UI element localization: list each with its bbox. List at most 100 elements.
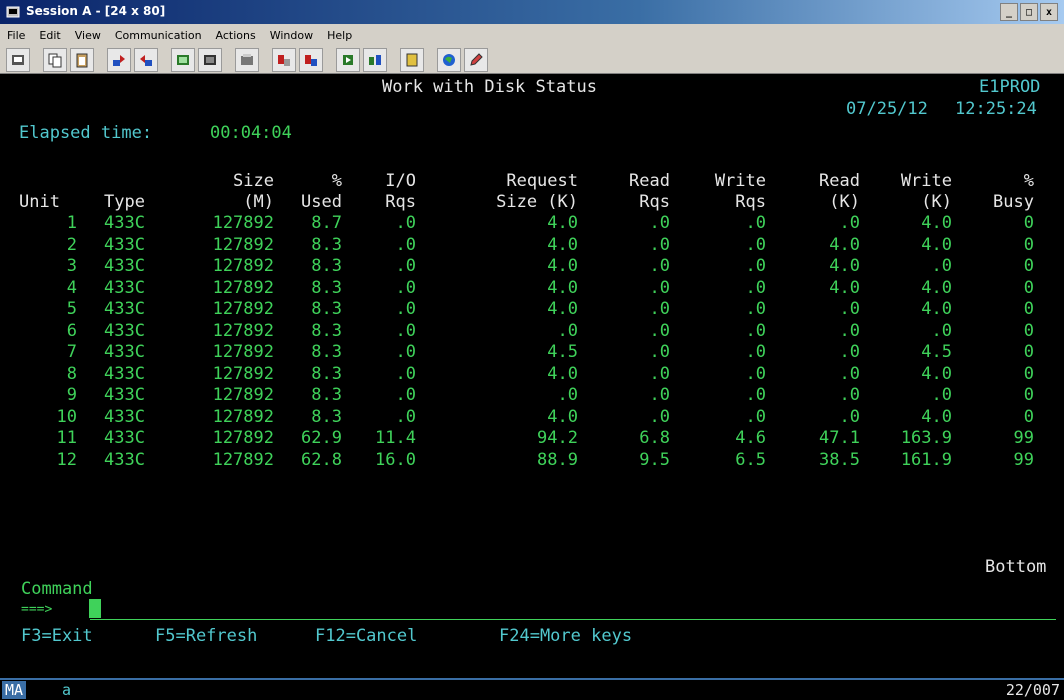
cell-read-k: .0 xyxy=(839,320,860,341)
col-io-unit: Rqs xyxy=(385,192,416,212)
cell-read-k: 4.0 xyxy=(829,256,860,276)
table-row: 10 433C 127892 8.3 .0 4.0 .0 .0 .0 4.0 0 xyxy=(0,407,1064,429)
session-mode: a xyxy=(62,681,72,699)
cell-io-rqs: .0 xyxy=(395,213,416,233)
col-readrqs-header: Read xyxy=(629,171,670,191)
screen-date: 07/25/12 xyxy=(846,99,928,119)
cell-io-rqs: .0 xyxy=(395,385,416,405)
cell-unit: 7 xyxy=(66,342,77,362)
table-row: 3 433C 127892 8.3 .0 4.0 .0 .0 4.0 .0 0 xyxy=(0,256,1064,278)
table-row: 7 433C 127892 8.3 .0 4.5 .0 .0 .0 4.5 0 xyxy=(0,342,1064,364)
cell-read-rqs: .0 xyxy=(649,385,670,405)
cell-type: 433C xyxy=(104,363,145,384)
ftp-icon[interactable] xyxy=(363,47,387,72)
cell-io-rqs: .0 xyxy=(395,406,416,427)
command-input[interactable] xyxy=(90,619,1056,620)
col-used-unit: Used xyxy=(301,192,342,212)
col-readk-unit: (K) xyxy=(829,192,860,212)
display-keypad-icon[interactable] xyxy=(171,47,195,72)
cell-write-k: 161.9 xyxy=(900,449,952,470)
menu-edit[interactable]: Edit xyxy=(32,29,67,42)
cell-io-rqs: .0 xyxy=(395,363,416,384)
window-title-bar: Session A - [24 x 80] _ □ x xyxy=(0,0,1064,24)
play-macro-icon[interactable] xyxy=(336,47,360,72)
globe-icon[interactable] xyxy=(437,47,461,72)
cell-busy: 0 xyxy=(1023,277,1034,298)
cell-used: 62.8 xyxy=(301,449,342,470)
col-size-header: Size xyxy=(233,171,274,191)
menu-actions[interactable]: Actions xyxy=(209,29,263,42)
cell-used: 8.3 xyxy=(311,234,342,255)
cell-unit: 11 xyxy=(56,428,77,448)
cell-type: 433C xyxy=(104,320,145,341)
cell-type: 433C xyxy=(104,342,145,362)
cell-used: 8.7 xyxy=(311,213,342,233)
cell-type: 433C xyxy=(104,385,145,405)
cell-unit: 12 xyxy=(56,449,77,470)
send-icon[interactable] xyxy=(107,47,131,72)
cell-read-k: .0 xyxy=(839,363,860,384)
copy-icon[interactable] xyxy=(43,47,67,72)
status-bar: MA a 22/007 xyxy=(0,678,1064,700)
help-icon[interactable] xyxy=(400,47,424,72)
fkey-exit[interactable]: F3=Exit xyxy=(21,626,93,646)
col-unit-header: Unit xyxy=(19,192,60,212)
cell-busy: 0 xyxy=(1023,342,1034,362)
col-readrqs-unit: Rqs xyxy=(639,192,670,212)
cell-size: 127892 xyxy=(212,213,274,233)
maximize-button[interactable]: □ xyxy=(1020,3,1038,21)
menu-help[interactable]: Help xyxy=(320,29,359,42)
cell-req-size: .0 xyxy=(557,385,578,405)
menu-window[interactable]: Window xyxy=(263,29,320,42)
record-macro-icon[interactable] xyxy=(272,47,296,72)
cell-busy: 0 xyxy=(1023,320,1034,341)
cell-read-k: .0 xyxy=(839,342,860,362)
menu-communication[interactable]: Communication xyxy=(108,29,209,42)
cell-unit: 6 xyxy=(66,320,77,341)
close-button[interactable]: x xyxy=(1040,3,1058,21)
fkey-cancel[interactable]: F12=Cancel xyxy=(315,626,417,646)
cell-req-size: 4.0 xyxy=(547,213,578,233)
menu-file[interactable]: File xyxy=(0,29,32,42)
fkey-refresh[interactable]: F5=Refresh xyxy=(155,626,257,646)
cell-io-rqs: .0 xyxy=(395,342,416,362)
cell-size: 127892 xyxy=(212,320,274,341)
cell-used: 8.3 xyxy=(311,277,342,298)
col-writerqs-header: Write xyxy=(714,171,766,191)
cell-busy: 0 xyxy=(1023,213,1034,233)
cell-busy: 0 xyxy=(1023,406,1034,427)
minimize-button[interactable]: _ xyxy=(1000,3,1018,21)
cell-unit: 4 xyxy=(66,277,77,298)
cell-write-k: 4.0 xyxy=(921,277,952,298)
app-icon xyxy=(6,6,20,18)
cell-read-k: .0 xyxy=(839,406,860,427)
terminal-screen[interactable]: Work with Disk Status E1PROD 07/25/12 12… xyxy=(0,74,1064,678)
receive-icon[interactable] xyxy=(134,47,158,72)
edit-icon[interactable] xyxy=(464,47,488,72)
paste-icon[interactable] xyxy=(70,47,94,72)
table-row: 8 433C 127892 8.3 .0 4.0 .0 .0 .0 4.0 0 xyxy=(0,364,1064,386)
cell-busy: 99 xyxy=(1013,449,1034,470)
stop-macro-icon[interactable] xyxy=(299,47,323,72)
cell-read-rqs: 9.5 xyxy=(639,449,670,470)
macro-icon[interactable] xyxy=(235,47,259,72)
cell-busy: 0 xyxy=(1023,363,1034,384)
command-label: Command xyxy=(21,579,93,599)
cell-req-size: 4.5 xyxy=(547,342,578,362)
fkey-more-keys[interactable]: F24=More keys xyxy=(499,626,632,646)
cell-read-k: .0 xyxy=(839,213,860,233)
print-screen-icon[interactable] xyxy=(6,47,30,72)
cell-unit: 9 xyxy=(66,385,77,405)
menu-view[interactable]: View xyxy=(68,29,108,42)
cell-busy: 0 xyxy=(1023,385,1034,405)
cell-read-rqs: .0 xyxy=(649,363,670,384)
cell-used: 62.9 xyxy=(301,428,342,448)
cell-write-k: .0 xyxy=(931,320,952,341)
cell-used: 8.3 xyxy=(311,385,342,405)
table-row: 5 433C 127892 8.3 .0 4.0 .0 .0 .0 4.0 0 xyxy=(0,299,1064,321)
screen-title: Work with Disk Status xyxy=(382,77,597,97)
cell-busy: 0 xyxy=(1023,234,1034,255)
color-map-icon[interactable] xyxy=(198,47,222,72)
cell-write-rqs: .0 xyxy=(745,234,766,255)
cell-write-rqs: .0 xyxy=(745,363,766,384)
